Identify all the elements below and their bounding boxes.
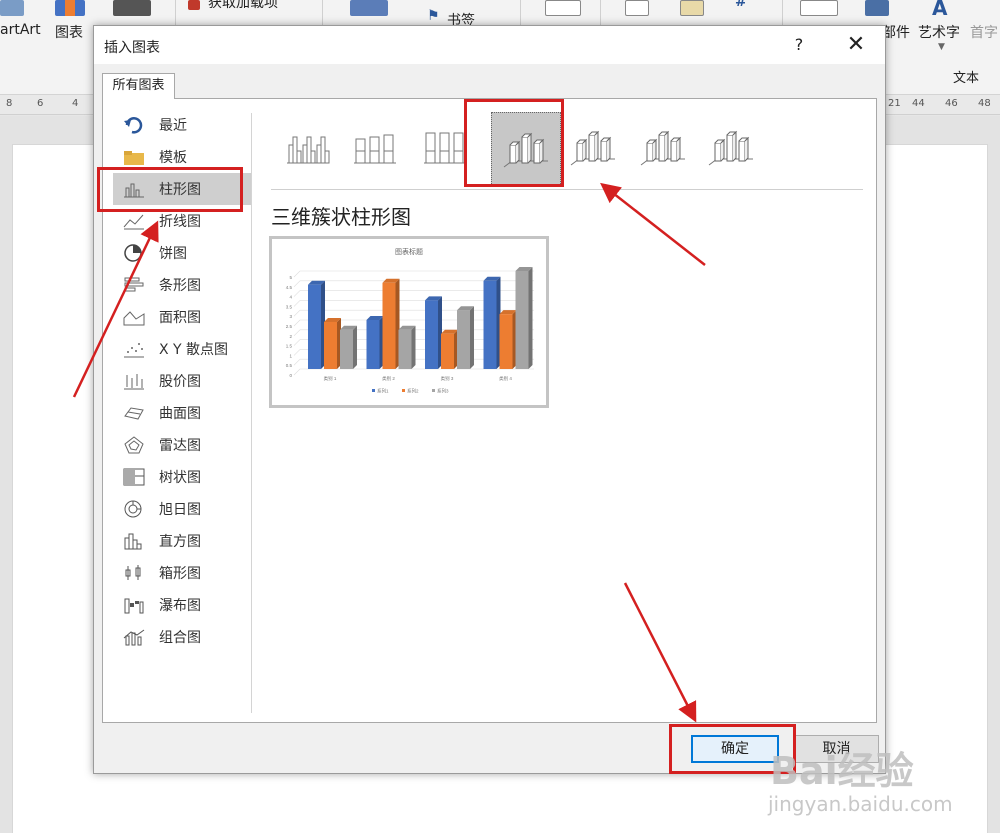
tab-all-charts[interactable]: 所有图表 xyxy=(102,73,175,99)
watermark-url: jingyan.baidu.com xyxy=(768,792,953,816)
annotation-arrow xyxy=(72,220,159,398)
annotation-arrow xyxy=(600,182,706,266)
annotation-arrow xyxy=(623,582,697,723)
annotation-arrows xyxy=(72,182,706,723)
baidu-watermark: Bai经验 xyxy=(770,749,914,793)
